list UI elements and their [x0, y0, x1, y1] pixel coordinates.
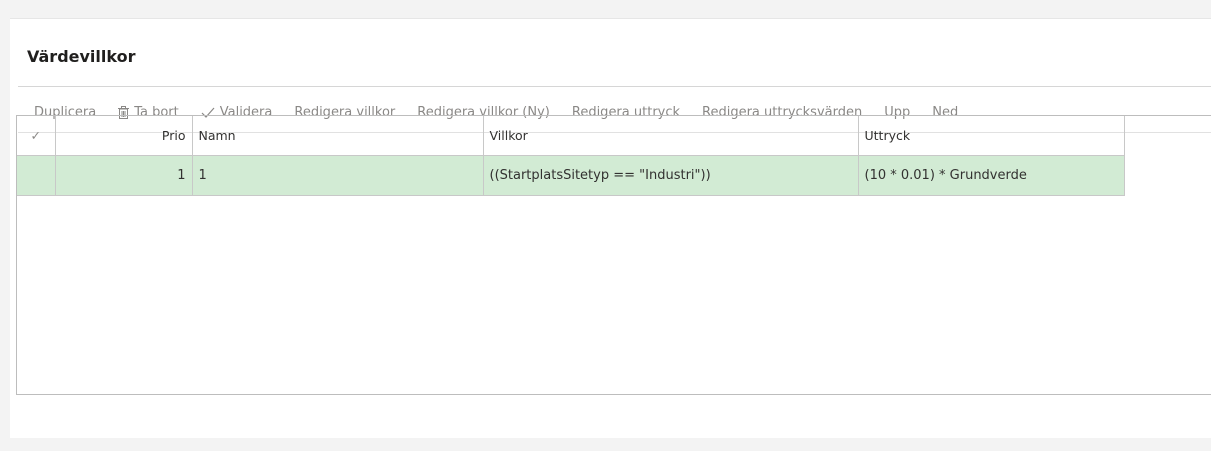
section-title: Värdevillkor [27, 47, 136, 66]
header-row: ✓ Prio Namn Villkor Uttryck [17, 116, 1125, 156]
conditions-table: ✓ Prio Namn Villkor Uttryck 1 1 ((Startp… [17, 116, 1125, 196]
column-header-prio[interactable]: Prio [54, 116, 193, 156]
prio-cell[interactable]: 1 [54, 154, 193, 196]
row-select-cell[interactable] [17, 154, 56, 196]
title-divider [18, 86, 1211, 87]
column-header-name[interactable]: Namn [191, 116, 484, 156]
name-cell[interactable]: 1 [191, 154, 484, 196]
select-all-header[interactable]: ✓ [17, 116, 56, 156]
table-row[interactable]: 1 1 ((StartplatsSitetyp == "Industri")) … [17, 154, 1125, 196]
expression-cell[interactable]: (10 * 0.01) * Grundverde [857, 154, 1125, 196]
column-header-condition[interactable]: Villkor [482, 116, 859, 156]
column-header-expression[interactable]: Uttryck [857, 116, 1125, 156]
condition-cell[interactable]: ((StartplatsSitetyp == "Industri")) [482, 154, 859, 196]
conditions-grid: ✓ Prio Namn Villkor Uttryck 1 1 ((Startp… [16, 115, 1211, 395]
